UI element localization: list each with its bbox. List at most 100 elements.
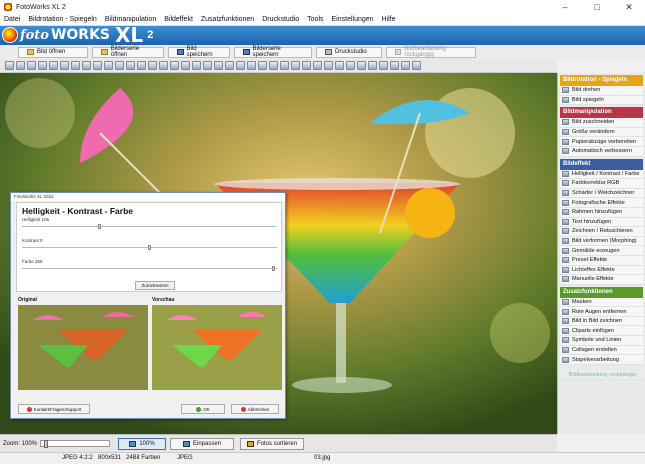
crop-tool-icon[interactable] [49,61,58,70]
sidebar-item[interactable]: Bild verformen (Morphing) [560,236,643,247]
color-knob[interactable] [272,266,275,271]
zoom-slider-thumb[interactable] [44,440,49,448]
undo-tool-icon[interactable] [38,61,47,70]
support-button[interactable]: Kontakt/Fragen/Support [18,404,90,414]
menu-bildmanipulation[interactable]: Bildmanipulation [101,16,160,23]
sidebar-item[interactable]: Helligkeit / Kontrast / Farbe [560,169,643,180]
minimize-button[interactable]: – [549,0,581,14]
sidebar-item[interactable]: Farbkorrektur RGB [560,179,643,189]
rotate-right-tool-icon[interactable] [16,61,25,70]
sidebar-item[interactable]: Rahmen hinzufügen [560,207,643,218]
sidebar-item[interactable]: Symbole und Linien [560,336,643,346]
star-tool-icon[interactable] [346,61,355,70]
arrowdown-tool-icon[interactable] [412,61,421,70]
bottom-bar: Zoom: 100% 100% Einpassen Fotos sortiere… [0,434,557,452]
clip-tool-icon[interactable] [181,61,190,70]
chart-tool-icon[interactable] [357,61,366,70]
menu-druckstudio[interactable]: Druckstudio [258,16,303,23]
pencil-tool-icon[interactable] [214,61,223,70]
menu-bildrotation[interactable]: Bildrotation - Spiegeln [24,16,101,23]
layers-tool-icon[interactable] [258,61,267,70]
lightbulb-tool-icon[interactable] [335,61,344,70]
frame2-tool-icon[interactable] [313,61,322,70]
open-series-button[interactable]: Bilderserie öffnen [92,46,164,58]
grid-tool-icon[interactable] [269,61,278,70]
zoom-100-button[interactable]: 100% [118,438,166,450]
image-tool-icon[interactable] [236,61,245,70]
sidebar-item[interactable]: Papierabzüge vorbereiten [560,137,643,147]
effect-tool-icon[interactable] [291,61,300,70]
sidebar-item[interactable]: Größe verändern [560,127,643,138]
zoom-slider[interactable] [40,440,111,448]
open-image-button[interactable]: Bild öffnen [18,46,88,58]
color-slider[interactable] [22,266,277,271]
rotate-left-tool-icon[interactable] [5,61,14,70]
text-tool-tool-icon[interactable] [170,61,179,70]
redo-tool-icon[interactable] [27,61,36,70]
brush-tool-icon[interactable] [93,61,102,70]
shape-tool-icon[interactable] [126,61,135,70]
menu-hilfe[interactable]: Hilfe [378,16,400,23]
text-tool-icon[interactable] [104,61,113,70]
sidebar-item[interactable]: Cliparts einfügen [560,326,643,337]
sidebar-item[interactable]: Collagen erstellen [560,345,643,356]
ok-button[interactable]: OK [181,404,225,414]
sidebar-item[interactable]: Bild drehen [560,86,643,96]
image2-tool-icon[interactable] [247,61,256,70]
menu-tools[interactable]: Tools [303,16,327,23]
sidebar-item-icon [562,138,569,145]
dots-tool-icon[interactable] [115,61,124,70]
sidebar-item[interactable]: Bild in Bild zeichnen [560,316,643,327]
menu-bildeffekt[interactable]: Bildeffekt [160,16,197,23]
resize-tool-icon[interactable] [60,61,69,70]
menu-einstellungen[interactable]: Einstellungen [328,16,378,23]
save-tool-icon[interactable] [137,61,146,70]
menu-datei[interactable]: Datei [0,16,24,23]
save-series-button[interactable]: Bilderserie speichern [234,46,312,58]
sort-photos-button[interactable]: Fotos sortieren [240,438,304,450]
cut-tool-icon[interactable] [82,61,91,70]
print-studio-button[interactable]: Druckstudio [316,46,382,58]
sidebar-undo-button[interactable]: Bildbearbeitung rückgängig [560,370,643,381]
sidebar-item[interactable]: Text hinzufügen [560,217,643,228]
brightness-knob[interactable] [98,224,101,229]
menu-zusatzfunktionen[interactable]: Zusatzfunktionen [197,16,258,23]
frame-tool-icon[interactable] [159,61,168,70]
close-button[interactable]: ✕ [613,0,645,14]
sidebar-item[interactable]: Lichteffex Effekte [560,265,643,276]
flag-tool-icon[interactable] [379,61,388,70]
rect-tool-icon[interactable] [71,61,80,70]
eye-tool-icon[interactable] [302,61,311,70]
print-tool-icon[interactable] [148,61,157,70]
sidebar-item[interactable]: Zeichnen / Retuschieren [560,227,643,237]
contrast-slider[interactable] [22,245,277,250]
stamp-tool-icon[interactable] [225,61,234,70]
palette-tool-icon[interactable] [280,61,289,70]
brightness-slider[interactable] [22,224,277,229]
contrast-knob[interactable] [148,245,151,250]
sidebar-item[interactable]: Fotografische Effekte [560,198,643,208]
sidebar-item-icon [562,266,569,273]
undo-edit-button[interactable]: Bildbearbeitung rückgängig [386,46,476,58]
arrow-tool-icon[interactable] [192,61,201,70]
sidebar-item[interactable]: Schärfer / Weichzeichner [560,188,643,199]
sidebar-item[interactable]: Gemälde erzeugen [560,246,643,256]
sidebar-item[interactable]: Rote Augen entfernen [560,307,643,317]
eraser-tool-icon[interactable] [203,61,212,70]
maximize-button[interactable]: □ [581,0,613,14]
morph-tool-icon[interactable] [324,61,333,70]
wand-tool-icon[interactable] [401,61,410,70]
sidebar-item[interactable]: Stapelverarbeitung [560,355,643,365]
sidebar-item[interactable]: Preset Effekte [560,255,643,266]
sidebar-item[interactable]: Manuelle Effekte [560,275,643,285]
pen-tool-icon[interactable] [368,61,377,70]
sun-tool-icon[interactable] [390,61,399,70]
fit-button[interactable]: Einpassen [170,438,234,450]
sidebar-item[interactable]: Masken [560,297,643,308]
reset-button[interactable]: Zurücksetzen [135,281,175,290]
sidebar-item[interactable]: Bild spiegeln [560,95,643,106]
cancel-button[interactable]: Abbrechen [231,404,279,414]
sidebar-item[interactable]: Automatisch verbessern [560,146,643,157]
save-image-button[interactable]: Bild speichern [168,46,230,58]
sidebar-item[interactable]: Bild zuschneiden [560,118,643,128]
